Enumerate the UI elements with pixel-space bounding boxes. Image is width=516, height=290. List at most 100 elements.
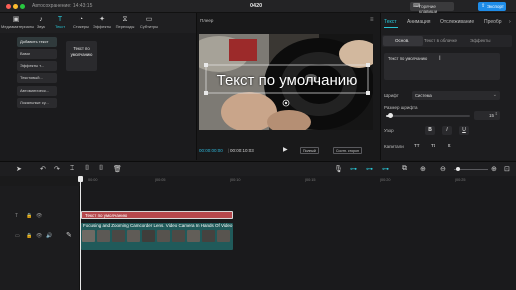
video-track-lock-icon[interactable]: 🔒 (26, 233, 32, 239)
default-text-card[interactable]: Текст по умолчанию (66, 41, 97, 71)
tab-media[interactable]: ▣ Медиаматериалы (1, 15, 35, 29)
tab-stickers[interactable]: ◔ Стикеры (71, 15, 91, 29)
ruler-tick: |00:05 (155, 178, 166, 182)
clip-thumbnail (202, 230, 215, 242)
main-track-magnet-icon[interactable]: ⊶ (350, 165, 357, 173)
split-icon[interactable]: ⌶ (70, 165, 74, 173)
split-right-icon[interactable]: ⌷ (99, 165, 103, 173)
sidebar-item-yours[interactable]: Вами (17, 49, 57, 59)
subtitles-icon: ▭ (145, 16, 153, 23)
sidebar-item-text-templates[interactable]: Текстовый... (17, 73, 57, 83)
export-label: Экспорт (487, 4, 504, 9)
preview-axis-icon[interactable]: ⧉ (402, 165, 407, 173)
subtab-basic[interactable]: Основ. (395, 38, 409, 43)
ruler-tick: |00:20 (380, 178, 391, 182)
font-select[interactable]: Система ⌄ (412, 91, 500, 100)
clip-thumbnail (127, 230, 140, 242)
text-track-lock-icon[interactable]: 🔒 (26, 213, 32, 219)
zoom-slider-handle[interactable] (456, 167, 460, 171)
clip-thumbnail (172, 230, 185, 242)
close-window-button[interactable] (6, 4, 11, 9)
tab-subtitles[interactable]: ▭ Субтитры (137, 15, 161, 29)
tab-inspector-transform[interactable]: Преобр (484, 19, 506, 25)
cover-edit-icon[interactable]: ✎ (66, 231, 72, 239)
clip-thumbnail (97, 230, 110, 242)
tab-effects-label: Эффекты (92, 24, 112, 29)
tab-transitions[interactable]: ⧖ Переходы (113, 15, 137, 29)
fullscreen-button[interactable]: Полный (300, 147, 319, 154)
sticker-icon: ◔ (78, 16, 84, 23)
microphone-icon[interactable]: 🎙 (334, 165, 343, 173)
zoom-in-icon[interactable]: ⊕ (491, 165, 497, 173)
tab-inspector-tracking[interactable]: Отслеживание (440, 19, 474, 25)
video-overlay-text[interactable]: Текст по умолчанию (202, 72, 372, 89)
fit-timeline-icon[interactable]: ⊡ (504, 165, 510, 173)
video-track-visibility-icon[interactable]: 👁 (36, 233, 42, 239)
caps-lower-button[interactable]: tt (448, 143, 451, 148)
delete-icon[interactable]: 🗑 (113, 165, 122, 173)
text-track-visibility-icon[interactable]: 👁 (36, 213, 42, 219)
underline-button[interactable]: U (459, 126, 469, 135)
timeline-ruler: 00:00 |00:05 |00:10 |00:15 |00:20 |00:25 (80, 176, 516, 186)
subtab-bubble-text[interactable]: Текст в облачке (424, 38, 457, 43)
zoom-out-icon[interactable]: ⊖ (440, 165, 446, 173)
more-tabs-icon[interactable]: › (509, 19, 511, 25)
media-icon: ▣ (12, 16, 20, 23)
aspect-ratio-button[interactable]: Соотн. сторон (333, 147, 362, 154)
video-preview[interactable]: Текст по умолчанию (199, 34, 373, 130)
sidebar-item-local-subtitles[interactable]: Локальные су... (17, 98, 57, 108)
text-content-field[interactable]: Текст по умолчанию I (384, 53, 500, 80)
bold-button[interactable]: B (425, 126, 435, 135)
tab-audio[interactable]: ♪ Звук (31, 15, 51, 29)
export-button[interactable]: ⇪ Экспорт (478, 2, 506, 11)
italic-button[interactable]: I (442, 126, 452, 135)
clip-thumbnail (142, 230, 155, 242)
sidebar-item-add-text[interactable]: Добавить текст (17, 37, 57, 47)
play-button[interactable]: ▶ (283, 146, 288, 153)
tab-text[interactable]: T Текст (50, 15, 70, 29)
font-size-slider-track[interactable] (386, 115, 470, 117)
font-value: Система (415, 93, 432, 98)
caps-upper-button[interactable]: TT (414, 143, 420, 148)
subtab-effects[interactable]: Эффекты (470, 38, 490, 43)
player-menu-icon[interactable]: ≡ (370, 17, 374, 23)
timeline-toolbar: ➤ ↶ ↷ ⌶ ⌷ ⌷ 🗑 🎙 ⊶ ⊶ ⊶ ⧉ ⊕ ⊖ ⊕ ⊡ (0, 161, 516, 176)
chevron-down-icon: ⌄ (492, 92, 497, 98)
select-tool-icon[interactable]: ➤ (16, 165, 22, 173)
playhead-handle[interactable] (78, 176, 83, 182)
maximize-window-button[interactable] (20, 4, 25, 9)
undo-icon[interactable]: ↶ (40, 165, 46, 173)
track-headers: T 🔒 👁 ▭ 🔒 👁 🔊 ✎ (0, 186, 80, 290)
tab-audio-label: Звук (36, 24, 46, 29)
text-icon: T (57, 16, 63, 23)
effects-icon: ✦ (99, 16, 105, 23)
text-content-value: Текст по умолчанию (388, 56, 428, 61)
clip-thumbnail (187, 230, 200, 242)
video-track-mute-icon[interactable]: 🔊 (46, 233, 52, 239)
transitions-icon: ⧖ (122, 16, 128, 23)
font-size-input[interactable]: 15 ⇕ (474, 111, 500, 120)
text-cursor-icon: I (439, 56, 441, 62)
tab-media-label: Медиаматериалы (1, 24, 35, 29)
tab-effects[interactable]: ✦ Эффекты (92, 15, 112, 29)
sidebar-item-text-effects[interactable]: Эффекты т... (17, 61, 57, 71)
tab-inspector-animation[interactable]: Анимация (407, 19, 430, 25)
auto-snap-icon[interactable]: ⊶ (366, 165, 373, 173)
keyboard-icon: ⌨ (413, 3, 421, 9)
redo-icon[interactable]: ↷ (54, 165, 60, 173)
text-track-icon: T (15, 213, 19, 219)
video-track-icon: ▭ (15, 233, 20, 239)
linkage-icon[interactable]: ⊶ (382, 165, 389, 173)
stepper-icon[interactable]: ⇕ (495, 111, 498, 116)
tab-inspector-text[interactable]: Текст (384, 19, 397, 25)
sidebar-item-auto-captions[interactable]: Автоматическ... (17, 86, 57, 96)
text-clip[interactable]: Текст по умолчанию (81, 211, 233, 219)
font-size-slider-handle[interactable] (388, 113, 393, 118)
minimize-window-button[interactable] (13, 4, 18, 9)
tab-subtitles-label: Субтитры (139, 24, 159, 29)
hotkeys-button[interactable]: ⌨ Горячие клавиши (410, 2, 454, 14)
center-icon[interactable]: ⊕ (420, 165, 426, 173)
playhead[interactable] (80, 176, 81, 290)
split-left-icon[interactable]: ⌷ (85, 165, 89, 173)
caps-title-button[interactable]: Tt (431, 143, 435, 148)
